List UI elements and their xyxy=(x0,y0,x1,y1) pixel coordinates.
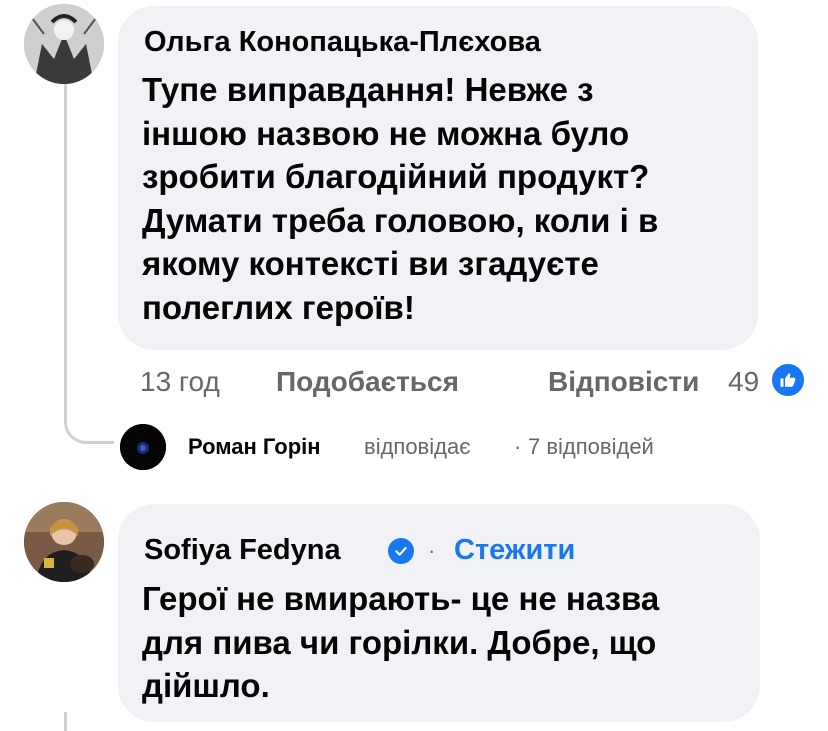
follow-button[interactable]: Стежити xyxy=(454,534,575,567)
comment-text-line: Думати треба головою, коли і в xyxy=(142,201,659,239)
avatar[interactable] xyxy=(24,4,104,84)
comment-timestamp[interactable]: 13 год xyxy=(140,362,220,402)
comment-text-line: дійшло. xyxy=(142,667,270,704)
avatar-dark-icon xyxy=(120,424,166,470)
comment-text-line: зробити благодійний продукт? xyxy=(142,158,650,195)
comment-text-line: іншою назвою не можна було xyxy=(142,114,630,152)
reply-button[interactable]: Відповісти xyxy=(548,362,699,402)
avatar[interactable] xyxy=(120,424,166,470)
thread-line xyxy=(64,84,67,424)
comment-text: Тупе виправдання! Невже з іншою назвою н… xyxy=(142,68,658,329)
comment-text-line: для пива чи горілки. Добре, що xyxy=(142,623,657,661)
reply-count[interactable]: 7 відповідей xyxy=(528,434,654,460)
comment-text: Герої не вмирають- це не назва для пива … xyxy=(142,577,659,708)
reply-action: відповідає xyxy=(364,434,471,459)
avatar[interactable] xyxy=(24,502,104,582)
comment-author[interactable]: Ольга Конопацька-Плєхова xyxy=(144,26,541,59)
comment-author[interactable]: Sofiya Fedyna xyxy=(144,534,341,567)
reply-author[interactable]: Роман Горін xyxy=(188,434,321,460)
thumbs-up-icon[interactable] xyxy=(770,362,806,398)
verified-badge-icon xyxy=(388,538,414,564)
thread-elbow xyxy=(64,404,114,444)
comment-text-line: Тупе виправдання! Невже з xyxy=(142,71,594,108)
separator-dot: · xyxy=(514,434,522,459)
avatar-portrait-icon xyxy=(24,502,104,582)
avatar-portrait-icon xyxy=(24,4,104,84)
comment-text-line: полеглих героїв! xyxy=(142,288,415,326)
like-button[interactable]: Подобається xyxy=(276,362,459,402)
comment-text-line: Герої не вмирають- це не назва xyxy=(142,580,660,617)
separator-dot: · xyxy=(428,538,436,563)
thread-line-lower xyxy=(64,712,67,731)
comment-text-line: якому контексті ви згадуєте xyxy=(142,245,599,282)
reaction-count[interactable]: 49 xyxy=(728,362,759,402)
